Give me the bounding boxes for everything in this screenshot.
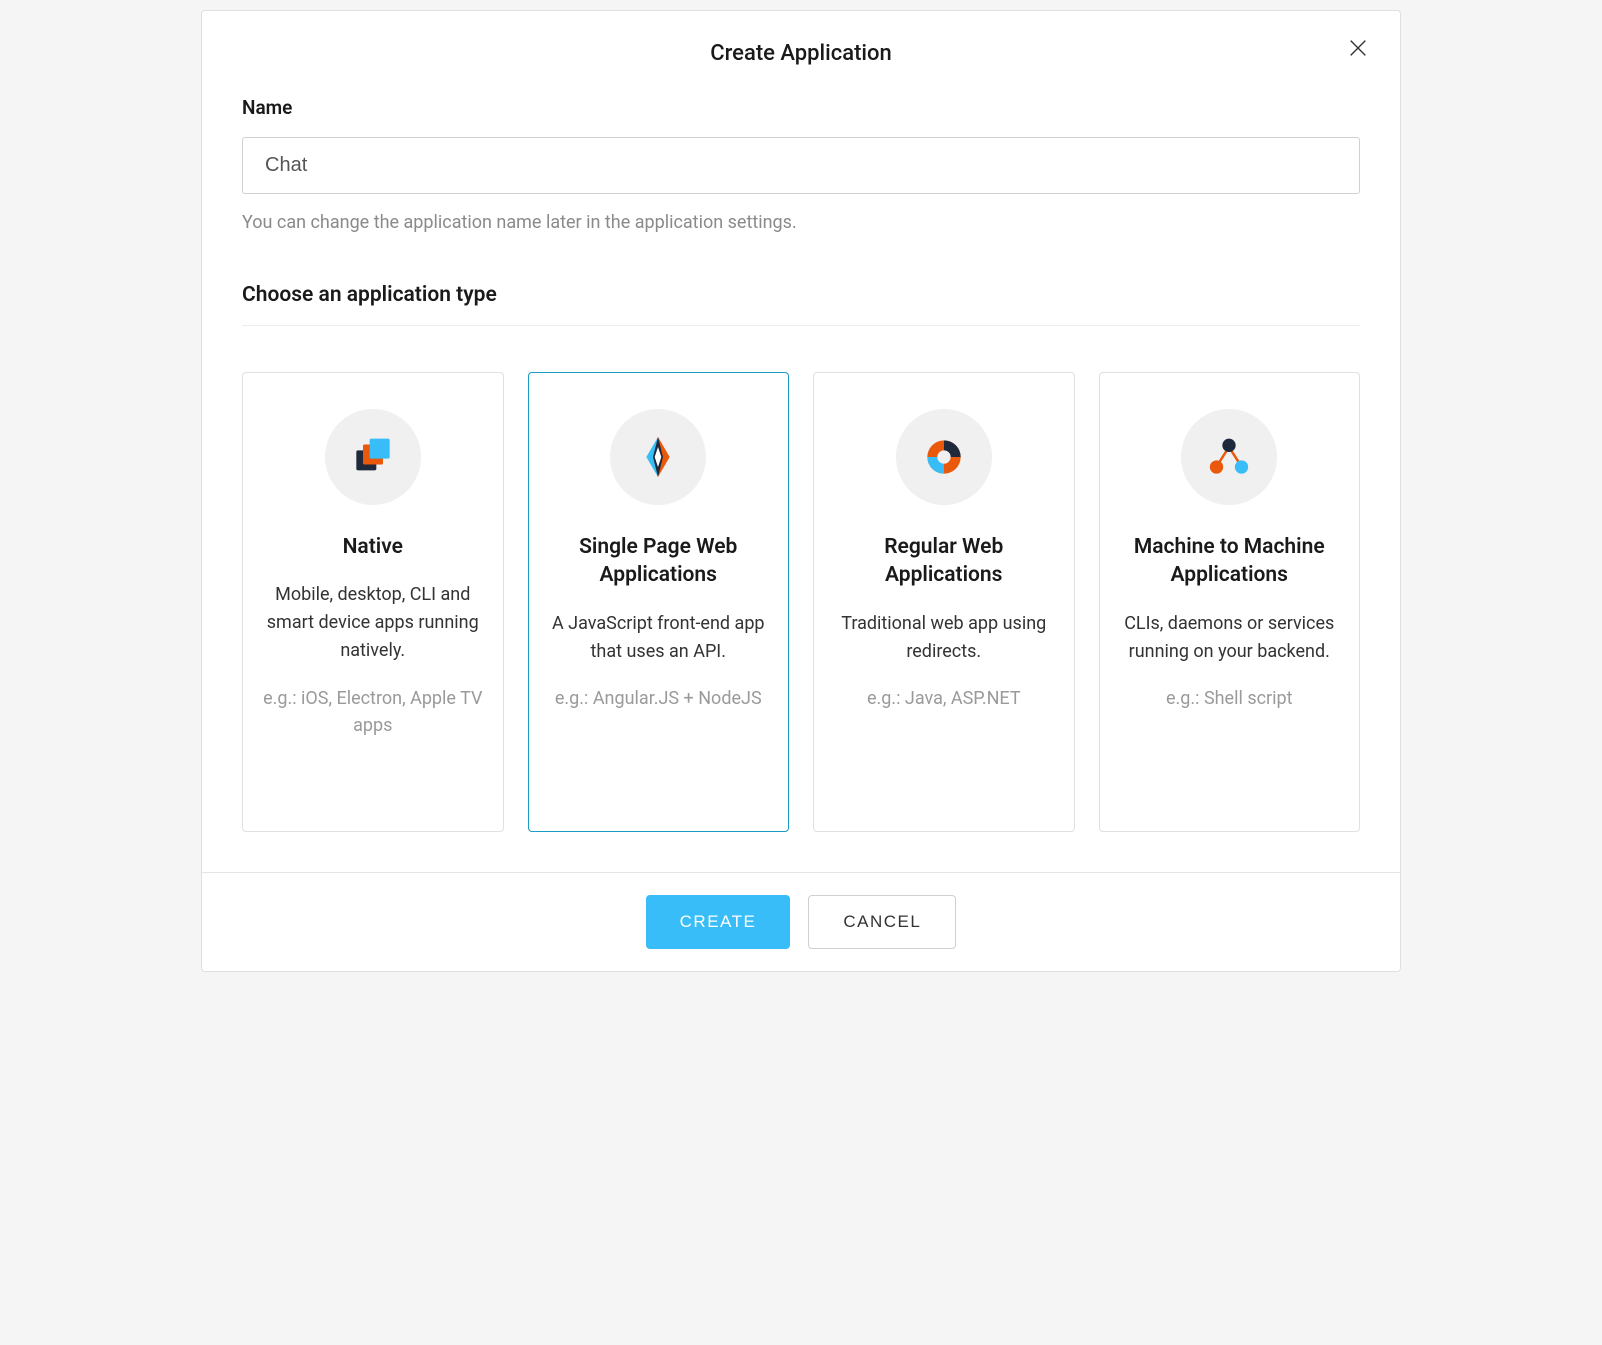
modal-header: Create Application — [202, 11, 1400, 76]
modal-footer: CREATE CANCEL — [202, 872, 1400, 971]
card-description: A JavaScript front-end app that uses an … — [547, 610, 771, 666]
spa-icon — [633, 432, 683, 482]
native-icon-circle — [325, 409, 421, 505]
name-input[interactable] — [242, 137, 1360, 194]
cancel-button[interactable]: CANCEL — [808, 895, 956, 949]
regular-web-icon — [919, 432, 969, 482]
card-example: e.g.: Java, ASP.NET — [832, 685, 1056, 712]
native-icon — [348, 432, 398, 482]
m2m-icon-circle — [1181, 409, 1277, 505]
app-type-card-native[interactable]: Native Mobile, desktop, CLI and smart de… — [242, 372, 504, 832]
close-button[interactable] — [1346, 36, 1370, 60]
m2m-icon — [1204, 432, 1254, 482]
spa-icon-circle — [610, 409, 706, 505]
name-help-text: You can change the application name late… — [242, 212, 1360, 233]
create-application-modal: Create Application Name You can change t… — [201, 10, 1401, 972]
app-type-cards: Native Mobile, desktop, CLI and smart de… — [242, 372, 1360, 832]
card-description: Mobile, desktop, CLI and smart device ap… — [261, 581, 485, 665]
choose-type-heading: Choose an application type — [242, 283, 1360, 326]
card-description: CLIs, daemons or services running on you… — [1118, 610, 1342, 666]
card-title: Machine to Machine Applications — [1118, 533, 1342, 590]
create-button[interactable]: CREATE — [646, 895, 791, 949]
card-description: Traditional web app using redirects. — [832, 610, 1056, 666]
modal-title: Create Application — [242, 41, 1360, 66]
card-example: e.g.: Shell script — [1118, 685, 1342, 712]
card-example: e.g.: Angular.JS + NodeJS — [547, 685, 771, 712]
close-icon — [1347, 37, 1369, 59]
card-title: Regular Web Applications — [832, 533, 1056, 590]
card-example: e.g.: iOS, Electron, Apple TV apps — [261, 685, 485, 739]
app-type-card-m2m[interactable]: Machine to Machine Applications CLIs, da… — [1099, 372, 1361, 832]
name-label: Name — [242, 96, 1360, 119]
app-type-card-regular-web[interactable]: Regular Web Applications Traditional web… — [813, 372, 1075, 832]
card-title: Single Page Web Applications — [547, 533, 771, 590]
modal-body: Name You can change the application name… — [202, 76, 1400, 872]
app-type-card-spa[interactable]: Single Page Web Applications A JavaScrip… — [528, 372, 790, 832]
card-title: Native — [261, 533, 485, 561]
regular-web-icon-circle — [896, 409, 992, 505]
